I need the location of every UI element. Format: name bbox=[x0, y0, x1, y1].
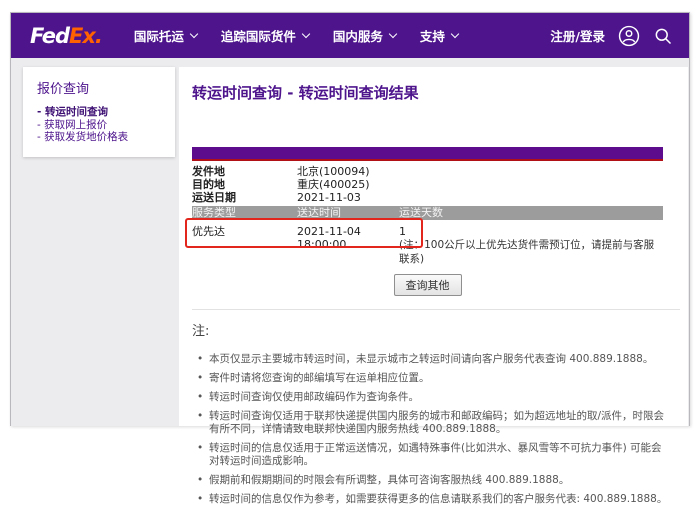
notes-list: 本页仅显示主要城市转运时间，未显示城市之转运时间请向客户服务代表查询 400.8… bbox=[192, 353, 670, 506]
field-value: 重庆(400025) bbox=[297, 178, 370, 191]
col-delivery-time: 送达时间 bbox=[297, 206, 341, 219]
nav-right: 注册/登录 bbox=[550, 25, 673, 47]
sidebar-item-transit-time-query[interactable]: 转运时间查询 bbox=[37, 106, 167, 119]
note-item: 转运时间的信息仅作为参考，如需要获得更多的信息请联系我们的客户服务代表: 400… bbox=[192, 493, 670, 506]
chevron-down-icon bbox=[388, 29, 398, 39]
field-label: 运送日期 bbox=[192, 191, 236, 204]
nav-menu: 国际托运 追踪国际货件 国内服务 支持 bbox=[133, 26, 460, 45]
nav-item-international-shipping[interactable]: 国际托运 bbox=[133, 26, 199, 45]
nav-item-domestic-services[interactable]: 国内服务 bbox=[332, 26, 398, 45]
table-header-row: 服务类型 送达时间 运送天数 bbox=[192, 206, 663, 220]
logo-ex: Ex bbox=[69, 23, 96, 48]
field-label: 发件地 bbox=[192, 165, 225, 178]
note-item: 寄件时请将您查询的邮编填写在运单相应位置。 bbox=[192, 372, 670, 385]
sidebar-title: 报价查询 bbox=[37, 82, 90, 97]
note-item: 本页仅显示主要城市转运时间，未显示城市之转运时间请向客户服务代表查询 400.8… bbox=[192, 353, 670, 366]
main-panel: 转运时间查询 - 转运时间查询结果 发件地 北京(100094) 目的地 重庆(… bbox=[179, 67, 688, 506]
nav-item-support[interactable]: 支持 bbox=[419, 26, 460, 45]
note-item: 转运时间的信息仅适用于正常运送情况，如遇特殊事件(比如洪水、暴风雪等不可抗力事件… bbox=[192, 442, 670, 468]
chevron-down-icon bbox=[301, 29, 311, 39]
field-destination: 目的地 重庆(400025) bbox=[192, 178, 663, 191]
nav-item-label: 国际托运 bbox=[133, 29, 184, 44]
note-item: 转运时间查询仅适用于联邦快递提供国内服务的城市和邮政编码；如为超远地址的取/派件… bbox=[192, 410, 670, 436]
field-value: 北京(100094) bbox=[297, 165, 370, 178]
register-login-link[interactable]: 注册/登录 bbox=[550, 26, 605, 45]
result-days: 1 bbox=[399, 225, 406, 238]
chevron-down-icon bbox=[450, 29, 460, 39]
page-title: 转运时间查询 - 转运时间查询结果 bbox=[192, 84, 419, 102]
logo-dot: . bbox=[94, 23, 103, 48]
divider bbox=[192, 309, 680, 310]
col-service-type: 服务类型 bbox=[192, 206, 236, 219]
result-service: 优先达 bbox=[192, 225, 225, 238]
table-top-red-line bbox=[192, 159, 663, 161]
fedex-logo[interactable]: FedEx. bbox=[30, 23, 103, 48]
table-row: 优先达 2021-11-04 18:00:00 1 (注：100公斤以上优先达货… bbox=[185, 218, 663, 266]
field-label: 目的地 bbox=[192, 178, 225, 191]
note-item: 转运时间查询仅使用邮政编码作为查询条件。 bbox=[192, 391, 670, 404]
result-days-note: (注：100公斤以上优先达货件需预订位，请提前与客服联系) bbox=[399, 239, 655, 265]
content-area: 报价查询 转运时间查询 获取网上报价 获取发货地价格表 转运时间查询 - 转运时… bbox=[11, 58, 689, 506]
nav-item-track-international[interactable]: 追踪国际货件 bbox=[220, 26, 311, 45]
result-delivery-time: 2021-11-04 18:00:00 bbox=[297, 225, 361, 251]
table-top-bar bbox=[192, 147, 663, 159]
result-days-cell: 1 (注：100公斤以上优先达货件需预订位，请提前与客服联系) bbox=[399, 225, 663, 266]
sidebar-quote-query: 报价查询 转运时间查询 获取网上报价 获取发货地价格表 bbox=[23, 67, 175, 157]
sidebar-item-origin-rate-sheet[interactable]: 获取发货地价格表 bbox=[37, 131, 167, 144]
chevron-down-icon bbox=[189, 29, 199, 39]
sidebar-item-online-quote[interactable]: 获取网上报价 bbox=[37, 119, 167, 132]
button-row: 查询其他 bbox=[192, 274, 663, 296]
top-nav: FedEx. 国际托运 追踪国际货件 国内服务 支持 注册/登录 bbox=[11, 13, 689, 58]
page-frame: FedEx. 国际托运 追踪国际货件 国内服务 支持 注册/登录 报价查询 - … bbox=[10, 12, 690, 506]
result-table: 发件地 北京(100094) 目的地 重庆(400025) 运送日期 2021-… bbox=[185, 147, 663, 266]
field-origin: 发件地 北京(100094) bbox=[192, 165, 663, 178]
nav-item-label: 追踪国际货件 bbox=[220, 29, 296, 44]
query-other-button[interactable]: 查询其他 bbox=[393, 274, 462, 296]
note-item: 假期前和假期期间的时限会有所调整，具体可咨询客服热线 400.889.1888。 bbox=[192, 474, 670, 487]
nav-item-label: 支持 bbox=[419, 29, 445, 44]
logo-fed: Fed bbox=[30, 23, 70, 48]
user-account-icon[interactable] bbox=[618, 25, 640, 47]
field-ship-date: 运送日期 2021-11-03 bbox=[192, 191, 663, 204]
field-value: 2021-11-03 bbox=[297, 191, 361, 204]
notes-heading: 注: bbox=[192, 324, 210, 339]
nav-item-label: 国内服务 bbox=[332, 29, 383, 44]
search-icon[interactable] bbox=[653, 26, 673, 46]
col-transit-days: 运送天数 bbox=[399, 206, 443, 219]
